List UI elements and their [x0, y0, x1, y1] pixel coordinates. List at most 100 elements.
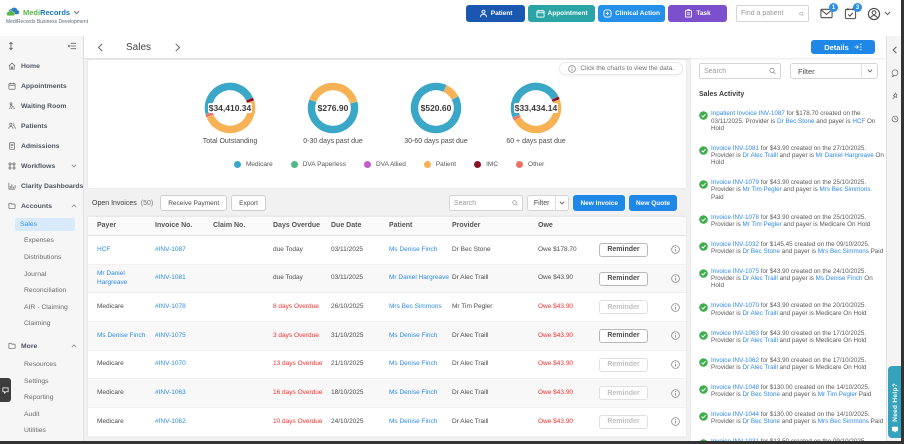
sidebar-subitem-sales[interactable]: Sales — [15, 218, 75, 231]
history-button[interactable] — [887, 111, 902, 127]
sidebar-item-clarity-dashboards[interactable]: Clarity Dashboards — [0, 176, 83, 196]
patient-cell[interactable]: Ms Denise Finch — [389, 389, 452, 397]
sidebar-subitem-air-claiming[interactable]: AIR - Claiming — [0, 299, 83, 316]
row-info-icon[interactable] — [671, 331, 680, 340]
sidebar-item-appointments[interactable]: Appointments — [0, 76, 83, 96]
back-button[interactable] — [88, 36, 112, 58]
invoice-no-cell[interactable]: #INV-1078 — [155, 303, 213, 311]
reminder-button[interactable]: Reminder — [599, 386, 648, 400]
pin-button[interactable] — [887, 88, 902, 104]
reminder-button[interactable]: Reminder — [599, 329, 648, 343]
receive-payment-button[interactable]: Receive Payment — [160, 195, 227, 211]
user-menu[interactable] — [867, 7, 891, 21]
appointment-button[interactable]: Appointment — [528, 5, 595, 22]
sidebar-item-admissions[interactable]: Admissions — [0, 136, 83, 156]
reminder-button[interactable]: Reminder — [599, 358, 648, 372]
export-button[interactable]: Export — [231, 195, 266, 211]
collapse-panel-button[interactable] — [887, 42, 902, 58]
sidebar-subitem-reconciliation[interactable]: Reconciliation — [0, 282, 83, 299]
comments-button[interactable] — [887, 65, 902, 81]
row-info-icon[interactable] — [671, 417, 680, 426]
invoice-no-cell[interactable]: #INV-1087 — [155, 246, 213, 254]
sidebar-item-more[interactable]: More — [0, 336, 83, 356]
new-invoice-button[interactable]: New Invoice — [573, 195, 625, 211]
reminder-button[interactable]: Reminder — [599, 243, 648, 257]
row-info-icon[interactable] — [671, 360, 680, 369]
invoice-no-cell[interactable]: #INV-1062 — [155, 418, 213, 426]
task-button[interactable]: Task — [668, 5, 727, 22]
sidebar-subitem-journal[interactable]: Journal — [0, 266, 83, 283]
patient-cell[interactable]: Mrs Bec Simmons — [389, 303, 452, 311]
find-patient-input[interactable] — [741, 10, 799, 17]
row-info-icon[interactable] — [671, 274, 680, 283]
sidebar-subitem-distributions[interactable]: Distributions — [0, 249, 83, 266]
payer-cell[interactable]: Ms Denise Finch — [97, 332, 155, 340]
donut-chart-3[interactable]: $520.6030-60 days past due — [384, 82, 488, 145]
need-help-tab[interactable]: Need Help? — [888, 366, 902, 438]
payer-cell[interactable]: Mr Daniel Hargreave — [97, 270, 155, 287]
sidebar-subitem-utilities[interactable]: Utilities — [0, 423, 83, 440]
row-info-icon[interactable] — [671, 389, 680, 398]
sidebar-subitem-audit[interactable]: Audit — [0, 406, 83, 423]
search-icon — [512, 199, 518, 207]
invoice-no-cell[interactable]: #INV-1063 — [155, 389, 213, 397]
invoice-no-cell[interactable]: #INV-1070 — [155, 360, 213, 368]
invoice-search[interactable] — [449, 195, 523, 211]
owe-cell: Owe $43.90 — [538, 332, 599, 340]
invoice-no-cell[interactable]: #INV-1075 — [155, 332, 213, 340]
filter-chevron-icon[interactable] — [555, 196, 568, 210]
filter-chevron-icon[interactable] — [861, 64, 877, 78]
activity-search-input[interactable] — [704, 68, 769, 75]
sidebar-subitem-resources[interactable]: Resources — [0, 356, 83, 373]
new-quote-button[interactable]: New Quote — [629, 195, 677, 211]
clinical-action-button[interactable]: Clinical Action — [598, 5, 665, 22]
activity-text: Invoice INV-1070 for $43.90 created on t… — [711, 302, 884, 316]
success-check-icon — [699, 180, 708, 189]
tasks-button[interactable]: 3 — [844, 7, 857, 20]
brand-chevron-down-icon[interactable] — [73, 10, 80, 15]
reminder-button[interactable]: Reminder — [599, 415, 648, 429]
donut-chart-1[interactable]: $34,410.34Total Outstanding — [178, 82, 282, 145]
expand-all-icon[interactable] — [7, 42, 15, 50]
patient-button[interactable]: Patient — [466, 5, 525, 22]
feedback-tab[interactable] — [0, 378, 11, 402]
invoice-no-cell[interactable]: #INV-1081 — [155, 274, 213, 282]
donut-chart-4[interactable]: $33,434.1460 + days past due — [484, 82, 588, 145]
sidebar-item-accounts[interactable]: Accounts — [0, 196, 83, 216]
collapse-sidebar-icon[interactable] — [68, 42, 76, 50]
sidebar-subitem-reporting[interactable]: Reporting — [0, 389, 83, 406]
sidebar-subitem-settings[interactable]: Settings — [0, 373, 83, 390]
due-date-cell: 03/11/2025 — [331, 274, 389, 282]
sidebar-subitem-claiming[interactable]: Claiming — [0, 316, 83, 333]
invoice-search-input[interactable] — [454, 200, 512, 207]
messages-button[interactable]: 1 — [820, 7, 833, 20]
legend-item-imc: IMC — [474, 161, 498, 168]
details-button[interactable]: Details — [811, 40, 875, 54]
patient-cell[interactable]: Ms Denise Finch — [389, 418, 452, 426]
row-info-icon[interactable] — [671, 303, 680, 312]
activity-search[interactable] — [699, 63, 781, 79]
row-info-icon[interactable] — [671, 245, 680, 254]
sidebar-item-patients[interactable]: Patients — [0, 116, 83, 136]
workflows-icon — [8, 162, 16, 170]
donut-chart-2[interactable]: $276.900-30 days past due — [281, 82, 385, 145]
patient-cell[interactable]: Ms Denise Finch — [389, 246, 452, 254]
patient-cell[interactable]: Mr Daniel Hargreave — [389, 274, 452, 282]
reminder-button[interactable]: Reminder — [599, 272, 648, 286]
sidebar-item-waiting-room[interactable]: Waiting Room — [0, 96, 83, 116]
reminder-button[interactable]: Reminder — [599, 300, 648, 314]
patient-cell[interactable]: Ms Denise Finch — [389, 360, 452, 368]
table-header-row: PayerInvoice No.Claim No.Days OverdueDue… — [88, 216, 686, 236]
sidebar-subitem-expenses[interactable]: Expenses — [0, 233, 83, 250]
invoice-filter[interactable]: Filter — [527, 195, 570, 211]
forward-button[interactable] — [165, 36, 189, 58]
days-overdue-cell: due Today — [273, 246, 331, 254]
sidebar-item-workflows[interactable]: Workflows — [0, 156, 83, 176]
brand[interactable]: MediRecords MediRecords Business Develop… — [6, 7, 88, 25]
payer-cell[interactable]: HCF — [97, 246, 155, 254]
invoice-row: Mr Daniel Hargreave#INV-1081due Today03/… — [88, 265, 686, 294]
activity-filter[interactable]: Filter — [790, 63, 878, 79]
patient-cell[interactable]: Ms Denise Finch — [389, 332, 452, 340]
find-patient-search[interactable] — [736, 5, 809, 22]
sidebar-item-home[interactable]: Home — [0, 56, 83, 76]
